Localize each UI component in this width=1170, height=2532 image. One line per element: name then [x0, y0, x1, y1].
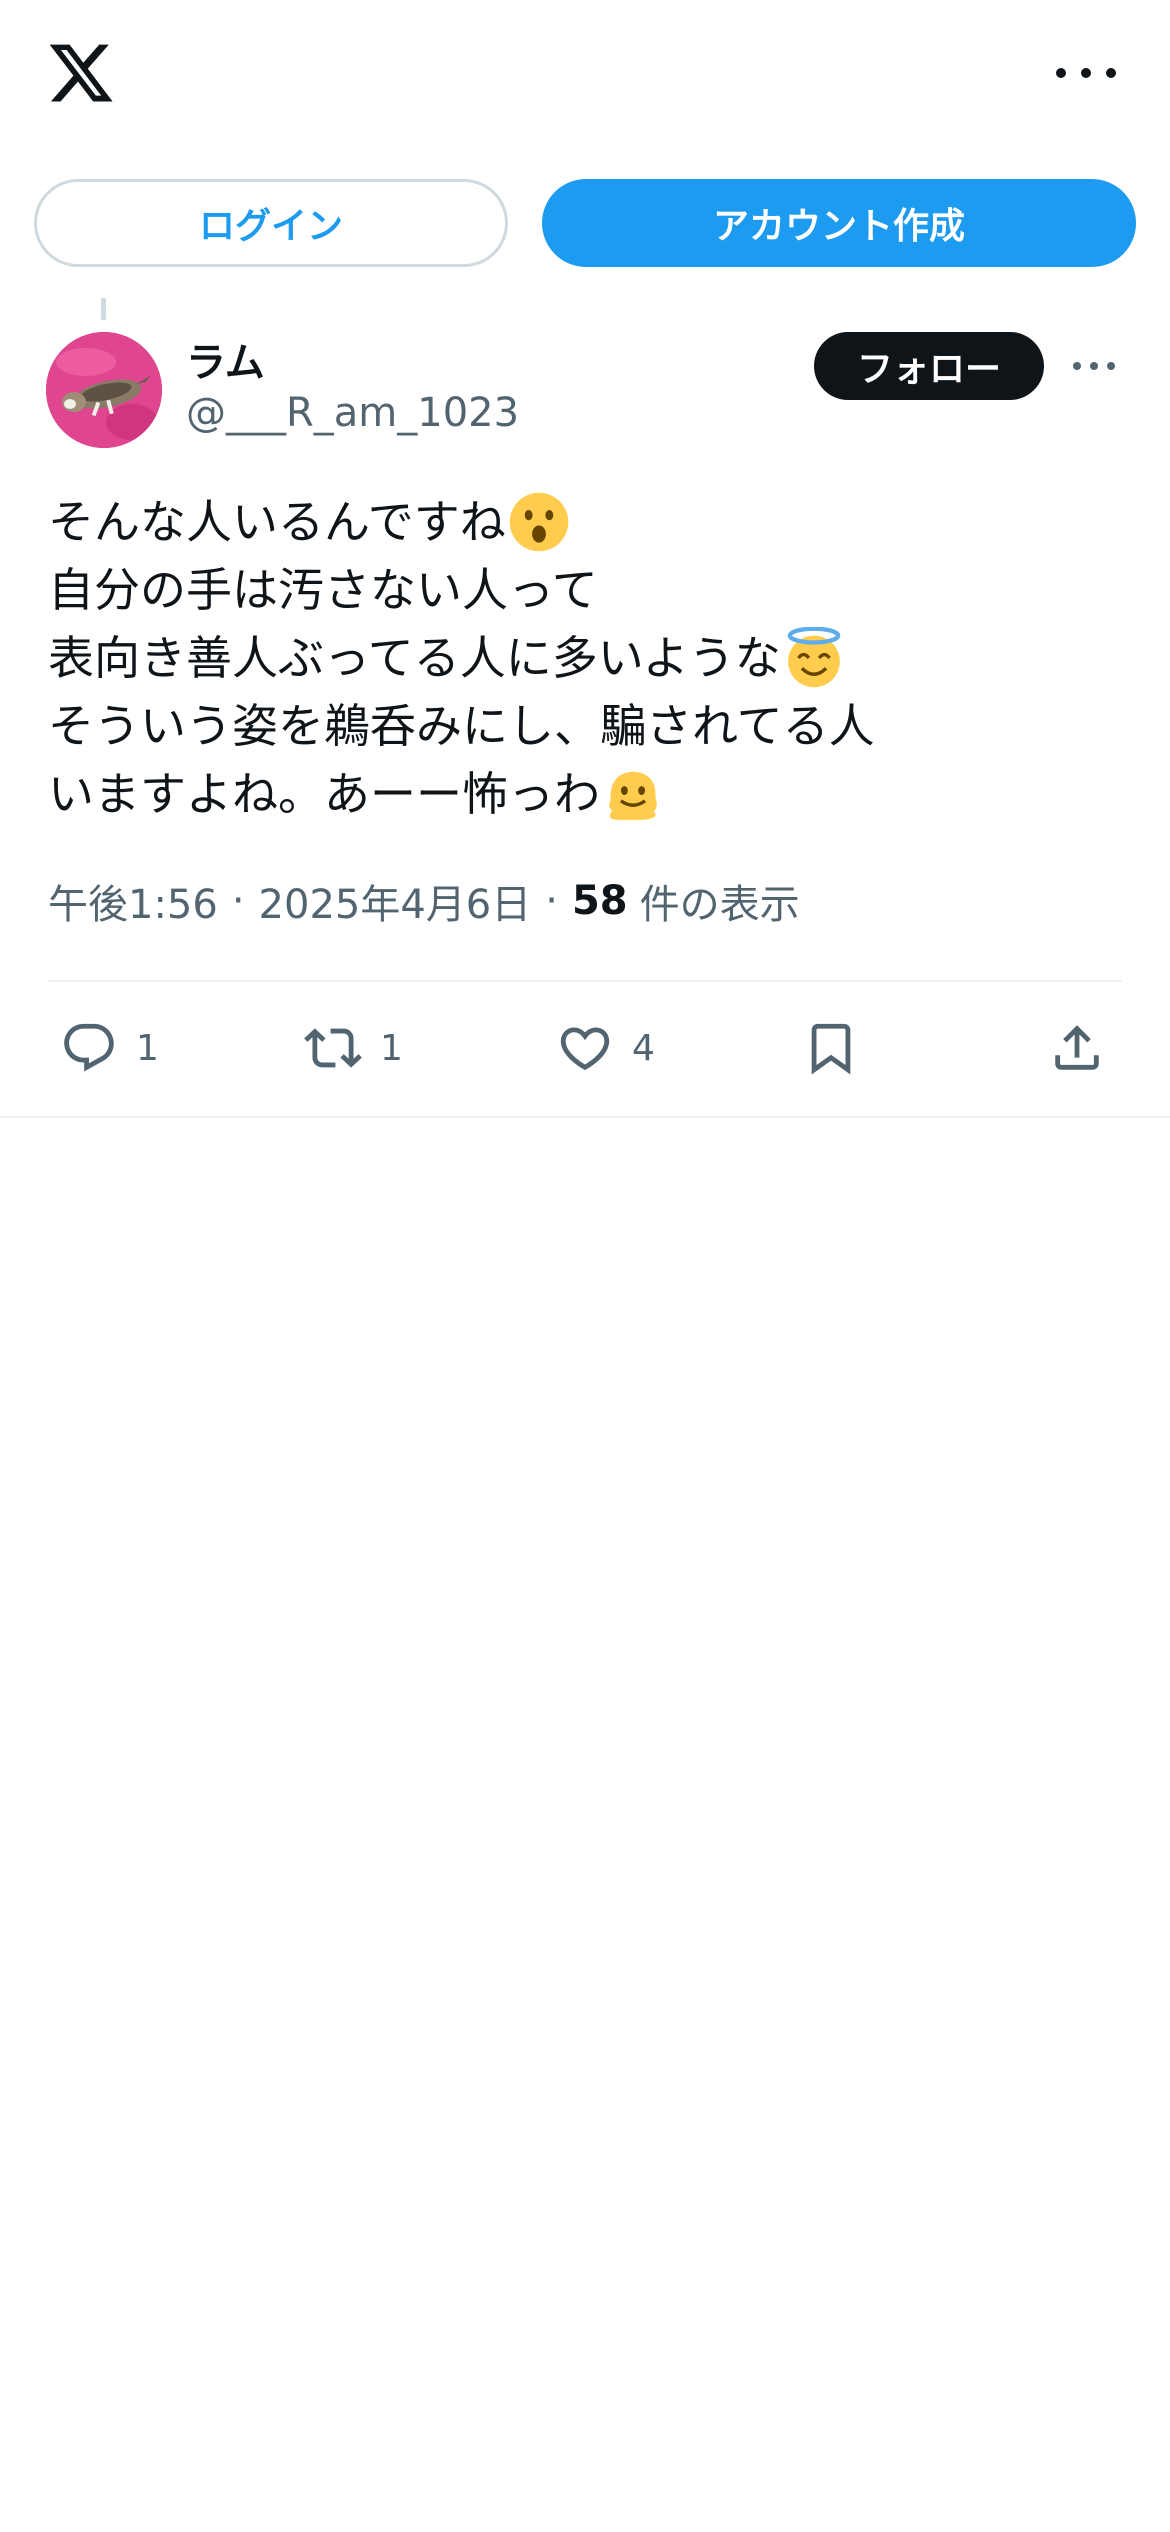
separator: ·: [231, 878, 245, 924]
avatar[interactable]: [46, 332, 162, 448]
tweet-line: そういう姿を鵜呑みにし、騙されてる人: [48, 699, 875, 753]
tweet-line: 表向き善人ぶってる人に多いような: [48, 624, 1128, 692]
bookmark-icon: [811, 1023, 851, 1075]
more-options-icon[interactable]: [1056, 58, 1116, 88]
author-display-name[interactable]: ラム: [186, 330, 265, 388]
tweet-text: そんな人いるんですね 自分の手は汚さない人って 表向き善人ぶってる人に多いような…: [48, 488, 1128, 828]
share-button[interactable]: [1048, 1016, 1106, 1080]
reply-count: 1: [136, 1027, 159, 1069]
divider: [48, 980, 1122, 982]
like-button[interactable]: 4: [556, 1016, 655, 1080]
retweet-icon: [304, 1028, 362, 1068]
bookmark-button[interactable]: [802, 1016, 860, 1080]
separator: ·: [545, 878, 558, 924]
smiling-face-with-halo-icon: [787, 627, 841, 688]
post-metadata: 午後1:56 · 2025年4月6日 · 58 件の表示: [48, 872, 800, 930]
retweet-button[interactable]: 1: [304, 1016, 403, 1080]
x-logo-icon[interactable]: [46, 38, 116, 108]
reply-icon: [64, 1023, 114, 1072]
post-more-icon[interactable]: [1073, 360, 1115, 372]
post-time[interactable]: 午後1:56: [48, 872, 218, 930]
tweet-line: いますよね。あーー怖っわ: [48, 760, 1128, 828]
like-icon: [560, 1027, 610, 1071]
reply-button[interactable]: 1: [60, 1016, 159, 1080]
tweet-line: そんな人いるんですね: [48, 488, 1128, 556]
login-button[interactable]: ログイン: [34, 179, 508, 267]
share-icon: [1055, 1025, 1099, 1070]
astonished-face-icon: [509, 492, 568, 552]
views-count: 58: [571, 878, 628, 924]
like-count: 4: [632, 1027, 655, 1069]
create-account-button[interactable]: アカウント作成: [542, 179, 1136, 267]
tweet-line: 自分の手は汚さない人って: [48, 563, 598, 617]
retweet-count: 1: [380, 1027, 403, 1069]
post-date[interactable]: 2025年4月6日: [259, 872, 532, 930]
melting-face-icon: [609, 771, 657, 820]
divider: [0, 1116, 1170, 1118]
author-handle[interactable]: @___R_am_1023: [186, 390, 519, 436]
views-label: 件の表示: [639, 882, 800, 928]
follow-button[interactable]: フォロー: [814, 332, 1044, 400]
thread-connector-line: [101, 298, 106, 320]
